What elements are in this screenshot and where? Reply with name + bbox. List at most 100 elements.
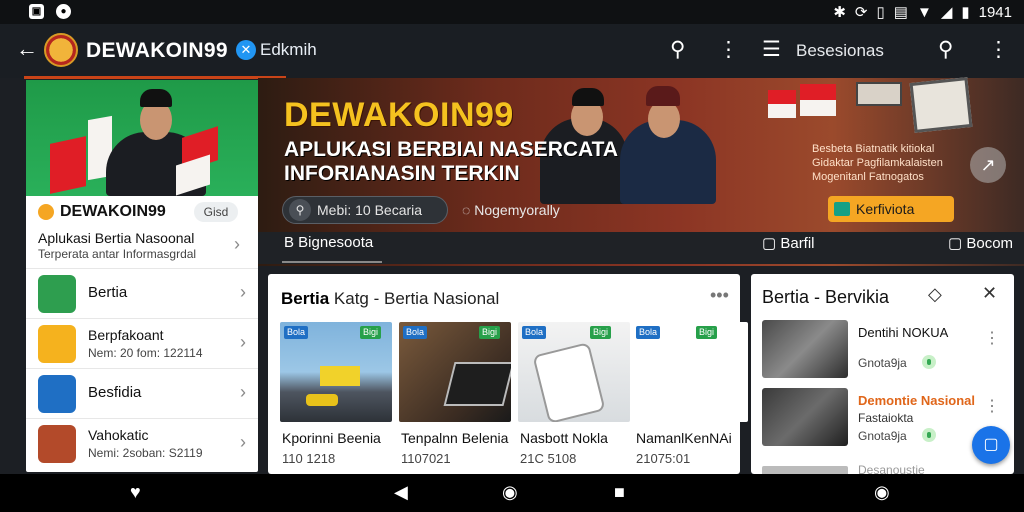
news-card-title[interactable]: Tenpalnn Belenia (401, 430, 508, 446)
share-icon[interactable]: ↗ (970, 147, 1006, 183)
nav-back-icon[interactable]: ◀ (394, 482, 408, 503)
more-horiz-icon[interactable]: ••• (710, 285, 729, 306)
news-tag: Bigi (360, 326, 382, 339)
nav-recents-icon[interactable]: ■ (614, 482, 625, 503)
hero-subtitle-1: APLUKASI BERBIAI NASERCATA (284, 138, 619, 161)
app-brand: DEWAKOIN99 (86, 39, 228, 62)
signal-icon: ◢ (940, 4, 953, 21)
search-pill[interactable]: ⚲ Mebi: 10 Becaria (282, 196, 448, 224)
right-item-meta: Gnota9ja (858, 429, 907, 443)
chevron-right-icon: › (240, 432, 246, 452)
menu-icon[interactable]: ☰ (762, 37, 781, 62)
more-vert-icon[interactable]: ⋮ (718, 37, 739, 62)
news-card-title[interactable]: Nasbott Nokla (520, 430, 608, 446)
search-icon-3: ⚲ (289, 199, 311, 221)
calendar-icon (38, 375, 76, 413)
hero-cap-left (572, 88, 604, 106)
app-bar: ← DEWAKOIN99 ✕ Edkmih ⚲ ⋮ ☰ Besesionas ⚲… (0, 24, 1024, 78)
brand-logo (44, 33, 78, 67)
search-icon-2[interactable]: ⚲ (938, 37, 953, 62)
hero-subtitle-2: INFORIANASIN TERKIN (284, 162, 520, 185)
news-card-title[interactable]: Kporinni Beenia (282, 430, 381, 446)
more-vert-icon[interactable]: ⋮ (984, 396, 1000, 416)
list-item-bertia[interactable]: Bertia › (26, 268, 258, 318)
notification-icon: ● (56, 4, 71, 19)
thumb-billboard (320, 366, 360, 386)
list-item-sub: Nemi: 2soban: S2119 (88, 446, 203, 460)
news-panel-title-bold: Bertia (281, 289, 330, 308)
cta-label: Kerfiviota (856, 201, 915, 217)
news-panel-title-rest: Katg - Bertia Nasional (329, 289, 500, 308)
news-tag: Bigi (590, 326, 612, 339)
news-tag: Bola (284, 326, 309, 339)
hero-flag-red (768, 90, 796, 104)
right-panel-item-1[interactable]: Dentihi NOKUA Gnota9ja ⋮ (762, 320, 1012, 380)
right-item-thumb (762, 320, 848, 378)
hero-cap-right (646, 86, 680, 106)
cta-button[interactable]: Kerfiviota (828, 196, 954, 222)
hero-sign (856, 82, 902, 106)
nav-home-icon[interactable]: ◉ (502, 482, 518, 503)
left-card-title: Aplukasi Bertia Nasoonal (38, 230, 195, 246)
secondary-search-label: Nogemyorally (474, 202, 560, 218)
news-tag: Bola (403, 326, 428, 339)
heart-icon[interactable]: ♥ (130, 482, 141, 503)
vibrate-icon: ▯ (876, 4, 885, 21)
section-title: Besesionas (796, 41, 884, 60)
list-item-vahokatic[interactable]: Vahokatic Nemi: 2soban: S2119 › (26, 418, 258, 468)
left-flag-red (50, 136, 86, 194)
left-card-chip[interactable]: Gisd (194, 202, 238, 222)
battery-icon: ▮ (961, 4, 970, 21)
thumb-tablet (443, 362, 511, 406)
right-item-meta: Gnota9ja (858, 356, 907, 370)
nav-assistant-icon[interactable]: ◉ (874, 482, 890, 503)
news-panel-title: Bertia Katg - Bertia Nasional (281, 289, 499, 309)
news-tag: Bigi (696, 326, 718, 339)
list-item-label: Berpfakoant (88, 327, 164, 343)
news-card-thumb-1[interactable]: Bola Bigi (280, 322, 392, 422)
chevron-right-icon[interactable]: › (234, 234, 1012, 255)
list-item-berpfakoant[interactable]: Berpfakoant Nem: 20 fom: 122114 › (26, 318, 258, 368)
search-pill-text: Mebi: 10 Becaria (317, 202, 423, 218)
list-item-besfidia[interactable]: Besfidia › (26, 368, 258, 418)
right-item-thumb-3 (762, 466, 848, 474)
pin-icon[interactable]: ◇ (928, 284, 942, 305)
more-vert-icon-2[interactable]: ⋮ (988, 37, 1009, 62)
back-arrow-icon[interactable]: ← (16, 36, 38, 62)
list-item-label: Vahokatic (88, 427, 149, 443)
news-card-meta: 110 1218 (282, 451, 336, 466)
right-item-title: Demontie Nasional (858, 393, 976, 408)
right-item-sub: Fastaiokta (858, 411, 914, 425)
search-icon[interactable]: ⚲ (670, 37, 685, 62)
news-card-title[interactable]: NamanlKenNAi (636, 430, 732, 446)
news-card-meta: 1107021 (401, 451, 451, 466)
hero-caption-line-3: Mogenitanl Fatnogatos (812, 171, 924, 183)
secondary-search-text[interactable]: ◌ Nogemyorally (462, 202, 560, 218)
thumb-phone (532, 342, 606, 422)
bluetooth-icon: ✱ (833, 4, 846, 21)
status-time: 1941 (978, 3, 1012, 21)
chat-fab[interactable]: ▢ (972, 426, 1010, 464)
battery-saver-icon: ▤ (893, 4, 908, 21)
news-tag: Bola (522, 326, 547, 339)
right-item-thumb (762, 388, 848, 446)
edit-button[interactable]: ✕ Edkmih (236, 40, 317, 60)
chevron-right-icon: › (240, 382, 246, 402)
edit-icon: ✕ (236, 40, 256, 60)
chevron-right-icon: › (240, 332, 246, 352)
news-card-thumb-3[interactable]: Bola Bigi (518, 322, 630, 422)
more-vert-icon[interactable]: ⋮ (984, 328, 1000, 348)
list-item-label: Besfidia (88, 384, 142, 401)
brand-star-icon (38, 204, 54, 220)
news-card-meta: 21C 5108 (520, 451, 577, 466)
news-tag: Bigi (479, 326, 501, 339)
news-card-thumb-2[interactable]: Bola Bigi (399, 322, 511, 422)
sync-icon: ⟳ (854, 4, 868, 21)
chevron-right-icon: › (240, 282, 246, 302)
close-icon[interactable]: ✕ (982, 283, 997, 304)
news-card-thumb-4[interactable]: Bola Bigi (636, 322, 748, 422)
hero-flag-white-2 (800, 100, 836, 116)
right-item-title-3: Desanoustie (858, 463, 925, 474)
verified-icon (922, 355, 936, 369)
news-card-meta: 21075:01 (636, 451, 691, 466)
